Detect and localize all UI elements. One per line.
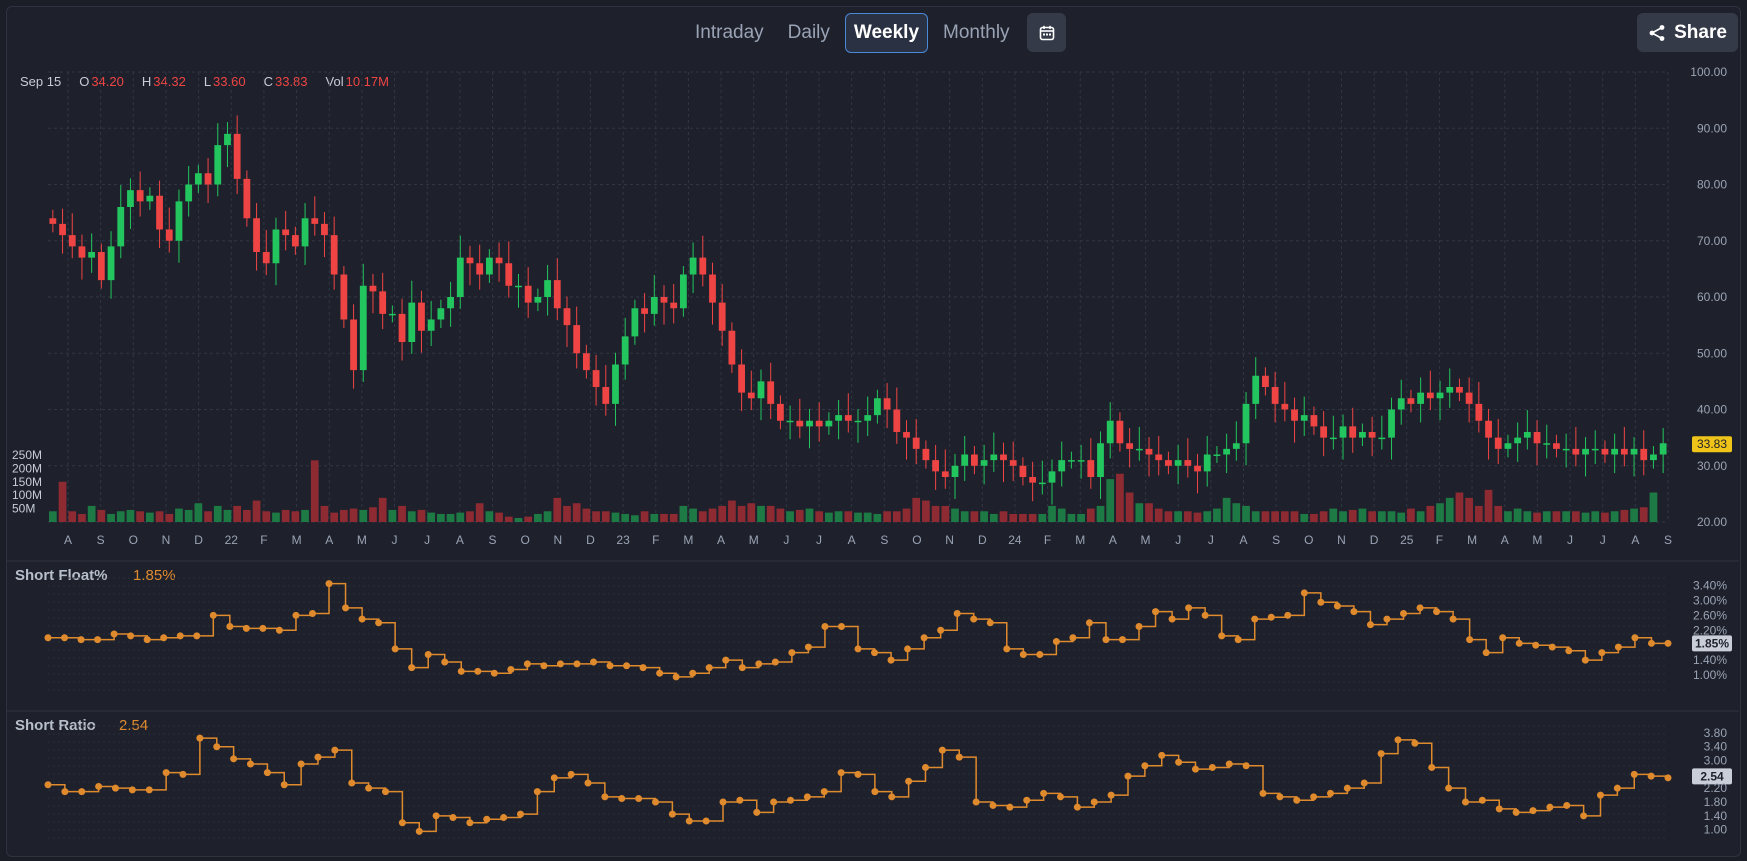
volume-value: 10.17M (345, 74, 389, 89)
ohlc-date: Sep 15 (20, 74, 62, 89)
tab-weekly[interactable]: Weekly (844, 13, 929, 53)
share-label: Share (1674, 21, 1727, 43)
open-value: 34.20 (91, 74, 124, 89)
tab-daily[interactable]: Daily (779, 13, 839, 53)
close-label: C (263, 74, 273, 89)
low-value: 33.60 (213, 74, 246, 89)
short-float-title: Short Float% (15, 567, 108, 584)
close-value: 33.83 (274, 74, 308, 89)
calendar-button[interactable] (1027, 13, 1066, 52)
short-ratio-title: Short Ratio (15, 717, 96, 734)
chart-frame (6, 6, 1741, 857)
high-label: H (141, 74, 152, 89)
tab-monthly[interactable]: Monthly (934, 13, 1019, 53)
high-value: 34.32 (153, 74, 186, 89)
share-button[interactable]: Share (1637, 13, 1738, 52)
open-label: O (79, 74, 90, 89)
short-float-value: 1.85% (133, 567, 176, 584)
tab-intraday[interactable]: Intraday (686, 13, 773, 53)
ohlc-readout: Sep 15 O 34.20 H 34.32 L 33.60 C 33.83 Vol 10… (20, 74, 389, 89)
low-label: L (203, 74, 212, 89)
share-icon (1649, 24, 1665, 41)
calendar-icon (1039, 25, 1054, 40)
volume-label: Vol (325, 74, 344, 89)
timeframe-tabs: Intraday Daily Weekly Monthly (686, 13, 1019, 53)
short-ratio-value: 2.54 (119, 717, 149, 734)
